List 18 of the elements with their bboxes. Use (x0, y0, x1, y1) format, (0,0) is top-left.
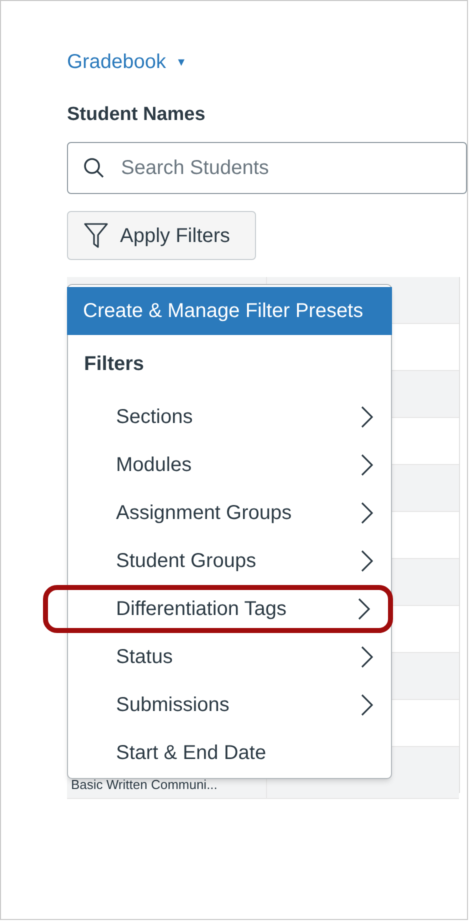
menu-item[interactable]: Status (68, 633, 391, 681)
menu-item[interactable]: Submissions (68, 681, 391, 729)
menu-item[interactable]: Student Groups (68, 537, 391, 585)
search-label: Student Names (67, 103, 206, 127)
menu-item[interactable]: Assignment Groups (68, 489, 391, 537)
search-field[interactable]: Search Students (67, 142, 467, 194)
table-cell-text: Basic Written Communi... (71, 776, 218, 794)
apply-filters-button[interactable]: Apply Filters (67, 211, 256, 260)
menu-item[interactable]: Differentiation Tags (43, 585, 393, 633)
menu-item[interactable]: Sections (68, 393, 391, 441)
filter-icon (84, 222, 108, 248)
search-icon (83, 157, 105, 179)
menu-item[interactable]: Start & End Date (68, 729, 391, 777)
menu-item[interactable]: Modules (68, 441, 391, 489)
gradebook-link[interactable]: Gradebook ▾ (67, 47, 185, 77)
menu-heading: Filters (83, 352, 146, 377)
menu-item[interactable]: Create & Manage Filter Presets (67, 287, 392, 335)
caret-icon: ▾ (178, 52, 185, 72)
